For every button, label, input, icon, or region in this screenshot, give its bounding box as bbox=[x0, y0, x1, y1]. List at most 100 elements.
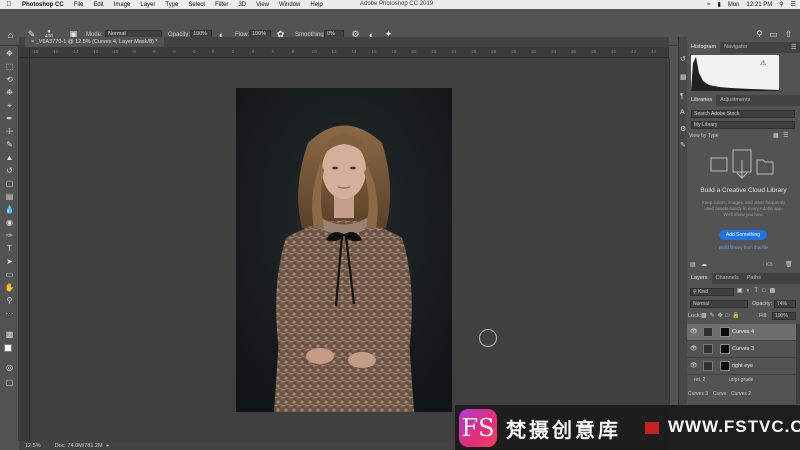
blend-mode-select[interactable]: Normal bbox=[690, 300, 748, 308]
build-library-link[interactable]: Build library from this file bbox=[687, 245, 800, 250]
layer-mask-thumb[interactable] bbox=[720, 361, 730, 371]
histogram-menu-icon[interactable]: ☰ bbox=[791, 44, 796, 51]
tab-channels[interactable]: Channels bbox=[712, 273, 743, 284]
layer-mask-thumb[interactable] bbox=[720, 344, 730, 354]
home-icon[interactable]: ⌂ bbox=[5, 29, 16, 40]
library-delete-icon[interactable]: 🗑 bbox=[785, 261, 793, 268]
layer-row[interactable]: 👁 Curves 3 bbox=[687, 341, 800, 358]
character-panel-icon[interactable]: A bbox=[680, 109, 685, 116]
portrait-photo[interactable] bbox=[236, 88, 452, 412]
history-brush-tool-icon[interactable]: ↺ bbox=[4, 165, 15, 176]
zoom-tool-icon[interactable]: ⚲ bbox=[4, 295, 15, 306]
screen-mode-icon[interactable]: ▢ bbox=[4, 377, 15, 388]
canvas-area[interactable] bbox=[30, 58, 669, 441]
brush-tool-icon[interactable]: ✎ bbox=[4, 139, 15, 150]
library-select[interactable]: My Library bbox=[691, 121, 795, 129]
tab-layers[interactable]: Layers bbox=[687, 273, 712, 284]
swatches-panel-icon[interactable]: ▦ bbox=[680, 73, 687, 81]
lock-icons[interactable]: ▩✎✥□🔒 bbox=[701, 312, 743, 319]
paragraph-panel-icon[interactable]: ¶ bbox=[680, 93, 684, 100]
ruler-origin[interactable] bbox=[19, 47, 30, 58]
library-search-input[interactable]: Search Adobe Stock bbox=[691, 110, 795, 118]
layers-opacity-field[interactable]: 74% bbox=[774, 300, 796, 308]
path-select-tool-icon[interactable]: ➤ bbox=[4, 256, 15, 267]
layer-kind-filter[interactable]: ⚲ Kind bbox=[690, 288, 734, 296]
layer-filter-icons[interactable]: ▣◐T□▩ bbox=[737, 287, 779, 294]
quick-select-tool-icon[interactable]: ❉ bbox=[4, 87, 15, 98]
battery-icon[interactable]: ▮ bbox=[718, 1, 721, 8]
quick-mask-icon[interactable]: ◎ bbox=[4, 362, 15, 373]
menu-layer[interactable]: Layer bbox=[136, 2, 161, 8]
view-by-select[interactable]: View by Type bbox=[689, 133, 719, 139]
grid-view-icon[interactable]: ▦ bbox=[773, 132, 779, 139]
visibility-eye-icon[interactable]: 👁 bbox=[690, 328, 698, 335]
menu-view[interactable]: View bbox=[252, 2, 275, 8]
fill-field[interactable]: 100% bbox=[772, 312, 796, 320]
vertical-ruler[interactable] bbox=[19, 58, 30, 441]
layer-row[interactable]: 👁 Curves 4 bbox=[687, 324, 800, 341]
histogram-warning-icon[interactable]: ⚠ bbox=[760, 59, 766, 67]
clone-stamp-tool-icon[interactable]: ▲ bbox=[4, 152, 15, 163]
shape-tool-icon[interactable]: ▭ bbox=[4, 269, 15, 280]
crop-tool-icon[interactable]: ⌖ bbox=[4, 100, 15, 111]
status-menu-icon[interactable]: ▸ bbox=[107, 443, 110, 449]
cc-library-description: Keep colors, images, and other frequentl… bbox=[701, 200, 786, 217]
menubar-day[interactable]: Mon bbox=[728, 2, 740, 8]
history-panel-icon[interactable]: ↺ bbox=[680, 55, 686, 63]
horizontal-ruler[interactable]: -18 -16 -14 -12 -10 -8 -6 -4 -2 0 2 4 6 8 10 12 14 16 18 20… bbox=[30, 47, 669, 58]
apple-icon[interactable]:  bbox=[0, 1, 18, 8]
menu-window[interactable]: Window bbox=[275, 2, 306, 8]
zoom-level[interactable]: 12.5% bbox=[25, 443, 41, 449]
visibility-eye-icon[interactable]: 👁 bbox=[690, 362, 698, 369]
brushes-panel-icon[interactable]: ✎ bbox=[680, 141, 686, 149]
layers-scrollbar[interactable] bbox=[796, 324, 800, 404]
tab-adjustments[interactable]: Adjustments bbox=[716, 95, 754, 106]
tab-paths[interactable]: Paths bbox=[743, 273, 765, 284]
library-cloud-icon[interactable]: ☁ bbox=[701, 261, 707, 268]
menu-help[interactable]: Help bbox=[306, 2, 328, 8]
menu-filter[interactable]: Filter bbox=[211, 2, 234, 8]
layer-row[interactable]: 👁 right eye bbox=[687, 358, 800, 375]
type-tool-icon[interactable]: T bbox=[4, 243, 15, 254]
canvas-vertical-scrollbar[interactable] bbox=[669, 58, 678, 441]
menu-3d[interactable]: 3D bbox=[234, 2, 252, 8]
menu-app-name[interactable]: Photoshop CC bbox=[18, 2, 70, 8]
edit-toolbar-icon[interactable]: ⋯ bbox=[4, 308, 15, 319]
visibility-eye-icon[interactable]: 👁 bbox=[690, 345, 698, 352]
eyedropper-tool-icon[interactable]: ✒ bbox=[4, 113, 15, 124]
dodge-tool-icon[interactable]: ◉ bbox=[4, 217, 15, 228]
document-tab[interactable]: × _V6A3770-1 @ 12.5% (Curves 4, Layer Ma… bbox=[25, 37, 164, 47]
eraser-tool-icon[interactable]: ▢ bbox=[4, 178, 15, 189]
menu-type[interactable]: Type bbox=[161, 2, 184, 8]
layer-mask-thumb[interactable] bbox=[720, 327, 730, 337]
properties-panel-icon[interactable]: ⚙ bbox=[680, 125, 686, 133]
wifi-icon[interactable]: ≈ bbox=[707, 2, 710, 8]
spotlight-icon[interactable]: ⚲ bbox=[779, 1, 783, 8]
close-tab-icon[interactable]: × bbox=[31, 39, 34, 45]
layer-name: Curves 4 bbox=[732, 329, 755, 335]
tab-histogram[interactable]: Histogram bbox=[687, 42, 721, 53]
menu-file[interactable]: File bbox=[70, 2, 90, 8]
menu-image[interactable]: Image bbox=[110, 2, 137, 8]
menu-edit[interactable]: Edit bbox=[89, 2, 109, 8]
tab-libraries[interactable]: Libraries bbox=[687, 95, 717, 106]
tab-navigator[interactable]: Navigator bbox=[720, 42, 752, 53]
gradient-tool-icon[interactable]: ▤ bbox=[4, 191, 15, 202]
pen-tool-icon[interactable]: ✑ bbox=[4, 230, 15, 241]
hand-tool-icon[interactable]: ✋ bbox=[4, 282, 15, 293]
menu-select[interactable]: Select bbox=[184, 2, 211, 8]
marquee-tool-icon[interactable]: ⬚ bbox=[4, 61, 15, 72]
default-colors-icon[interactable]: ▩ bbox=[4, 329, 15, 340]
foreground-color-swatch[interactable] bbox=[4, 344, 12, 352]
healing-brush-tool-icon[interactable]: ☩ bbox=[4, 126, 15, 137]
add-something-button[interactable]: Add Something bbox=[719, 230, 767, 240]
move-tool-icon[interactable]: ✥ bbox=[4, 48, 15, 59]
library-add-icon[interactable]: ▤ bbox=[690, 261, 696, 268]
libraries-panel-tabs: Libraries Adjustments bbox=[687, 95, 800, 106]
list-view-icon[interactable]: ☰ bbox=[783, 132, 788, 139]
menubar-time[interactable]: 12:21 PM bbox=[747, 2, 773, 8]
blur-tool-icon[interactable]: 💧 bbox=[4, 204, 15, 215]
lasso-tool-icon[interactable]: ⟲ bbox=[4, 74, 15, 85]
notifications-icon[interactable]: ☰ bbox=[791, 1, 796, 8]
ruler-tick-label: 42 bbox=[631, 49, 637, 54]
